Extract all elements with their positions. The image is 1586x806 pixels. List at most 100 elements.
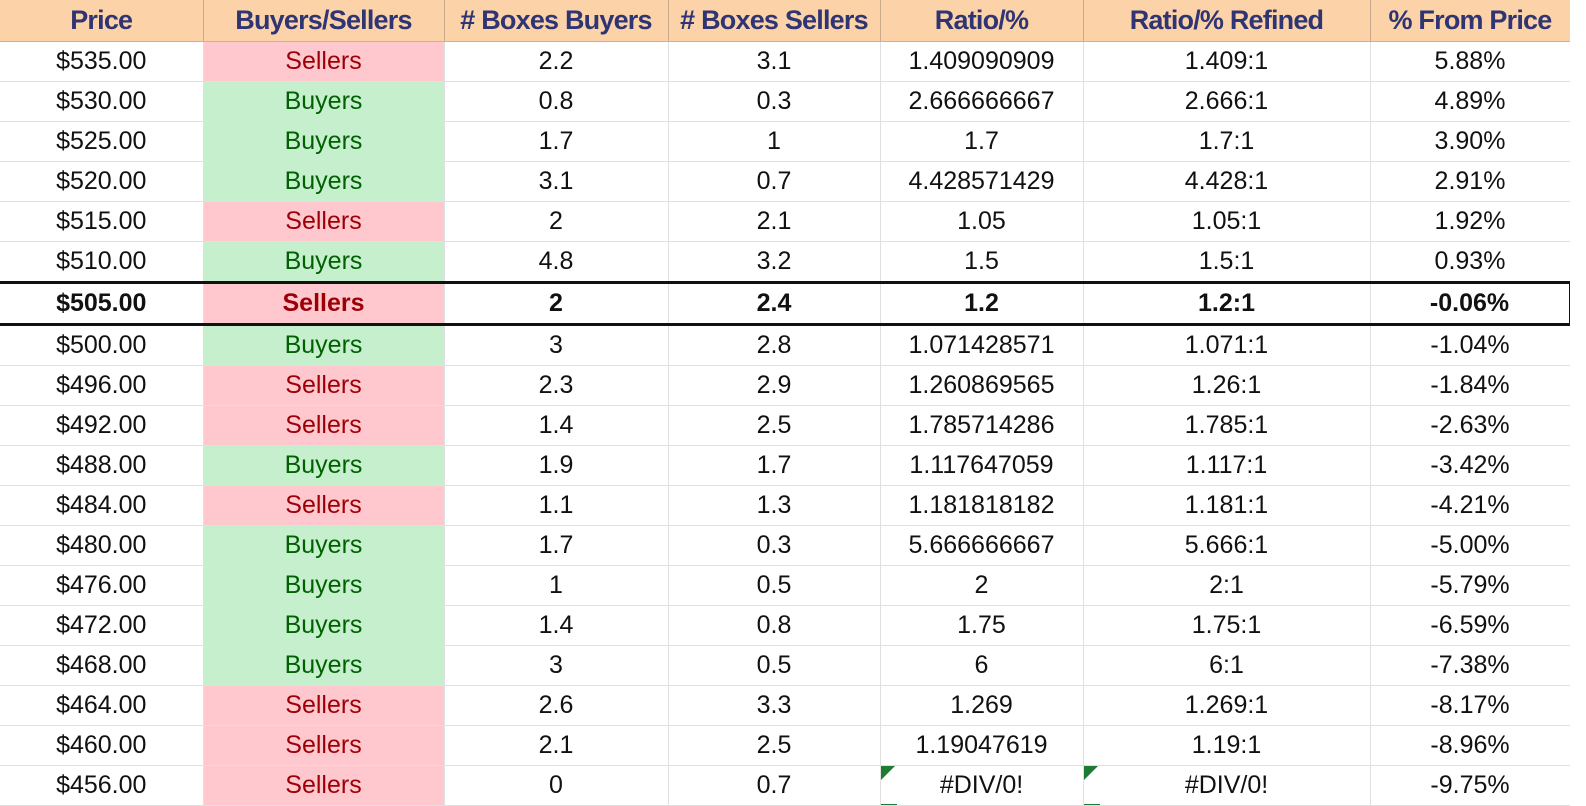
- cell-ratio[interactable]: #DIV/0!: [880, 765, 1084, 806]
- cell-buyers-sellers[interactable]: Sellers: [203, 281, 445, 326]
- cell-ratio[interactable]: 2: [880, 565, 1084, 606]
- cell-price[interactable]: $510.00: [0, 241, 204, 283]
- cell-buyers-sellers[interactable]: Sellers: [203, 365, 445, 406]
- cell-ratio-refined[interactable]: 1.19:1: [1083, 725, 1371, 766]
- cell-pct-from-price[interactable]: 1.92%: [1370, 201, 1570, 242]
- cell-boxes-sellers[interactable]: 2.5: [668, 405, 881, 446]
- header-buyers-sellers[interactable]: Buyers/Sellers: [203, 0, 445, 42]
- cell-ratio[interactable]: 1.785714286: [880, 405, 1084, 446]
- cell-ratio-refined[interactable]: 6:1: [1083, 645, 1371, 686]
- cell-buyers-sellers[interactable]: Buyers: [203, 645, 445, 686]
- cell-boxes-sellers[interactable]: 0.7: [668, 161, 881, 202]
- cell-ratio[interactable]: 2.666666667: [880, 81, 1084, 122]
- cell-boxes-buyers[interactable]: 1.4: [444, 405, 669, 446]
- cell-ratio[interactable]: 1.260869565: [880, 365, 1084, 406]
- cell-boxes-buyers[interactable]: 2: [444, 281, 669, 326]
- cell-boxes-sellers[interactable]: 0.5: [668, 645, 881, 686]
- cell-ratio-refined[interactable]: 1.75:1: [1083, 605, 1371, 646]
- cell-pct-from-price[interactable]: -5.00%: [1370, 525, 1570, 566]
- header-price[interactable]: Price: [0, 0, 204, 42]
- cell-buyers-sellers[interactable]: Sellers: [203, 405, 445, 446]
- cell-boxes-sellers[interactable]: 1.3: [668, 485, 881, 526]
- cell-ratio-refined[interactable]: 1.785:1: [1083, 405, 1371, 446]
- cell-boxes-sellers[interactable]: 0.3: [668, 81, 881, 122]
- cell-boxes-buyers[interactable]: 2.3: [444, 365, 669, 406]
- cell-buyers-sellers[interactable]: Buyers: [203, 241, 445, 283]
- cell-boxes-sellers[interactable]: 2.5: [668, 725, 881, 766]
- cell-boxes-sellers[interactable]: 0.7: [668, 765, 881, 806]
- cell-price[interactable]: $505.00: [0, 281, 204, 326]
- cell-pct-from-price[interactable]: -7.38%: [1370, 645, 1570, 686]
- cell-ratio[interactable]: 1.5: [880, 241, 1084, 283]
- cell-ratio[interactable]: 1.117647059: [880, 445, 1084, 486]
- cell-price[interactable]: $525.00: [0, 121, 204, 162]
- cell-ratio-refined[interactable]: 5.666:1: [1083, 525, 1371, 566]
- cell-ratio[interactable]: 1.05: [880, 201, 1084, 242]
- cell-pct-from-price[interactable]: -6.59%: [1370, 605, 1570, 646]
- cell-price[interactable]: $456.00: [0, 765, 204, 806]
- cell-boxes-buyers[interactable]: 2.6: [444, 685, 669, 726]
- cell-ratio-refined[interactable]: 1.26:1: [1083, 365, 1371, 406]
- cell-buyers-sellers[interactable]: Sellers: [203, 725, 445, 766]
- header-boxes-sellers[interactable]: # Boxes Sellers: [668, 0, 881, 42]
- cell-boxes-buyers[interactable]: 2: [444, 201, 669, 242]
- cell-pct-from-price[interactable]: -8.96%: [1370, 725, 1570, 766]
- cell-boxes-buyers[interactable]: 1.9: [444, 445, 669, 486]
- cell-price[interactable]: $492.00: [0, 405, 204, 446]
- cell-buyers-sellers[interactable]: Buyers: [203, 445, 445, 486]
- cell-boxes-buyers[interactable]: 3.1: [444, 161, 669, 202]
- cell-ratio[interactable]: 5.666666667: [880, 525, 1084, 566]
- cell-price[interactable]: $472.00: [0, 605, 204, 646]
- cell-boxes-buyers[interactable]: 0.8: [444, 81, 669, 122]
- cell-buyers-sellers[interactable]: Buyers: [203, 605, 445, 646]
- cell-boxes-sellers[interactable]: 1: [668, 121, 881, 162]
- cell-ratio-refined[interactable]: 1.7:1: [1083, 121, 1371, 162]
- cell-boxes-sellers[interactable]: 0.3: [668, 525, 881, 566]
- cell-pct-from-price[interactable]: 5.88%: [1370, 41, 1570, 82]
- cell-price[interactable]: $484.00: [0, 485, 204, 526]
- cell-boxes-sellers[interactable]: 2.8: [668, 324, 881, 366]
- cell-price[interactable]: $530.00: [0, 81, 204, 122]
- cell-boxes-buyers[interactable]: 1.7: [444, 525, 669, 566]
- cell-boxes-buyers[interactable]: 1.1: [444, 485, 669, 526]
- cell-buyers-sellers[interactable]: Sellers: [203, 201, 445, 242]
- cell-boxes-sellers[interactable]: 3.1: [668, 41, 881, 82]
- cell-boxes-sellers[interactable]: 3.2: [668, 241, 881, 283]
- cell-boxes-sellers[interactable]: 1.7: [668, 445, 881, 486]
- cell-boxes-sellers[interactable]: 0.5: [668, 565, 881, 606]
- cell-boxes-buyers[interactable]: 4.8: [444, 241, 669, 283]
- cell-ratio-refined[interactable]: 4.428:1: [1083, 161, 1371, 202]
- cell-pct-from-price[interactable]: 2.91%: [1370, 161, 1570, 202]
- cell-boxes-buyers[interactable]: 0: [444, 765, 669, 806]
- cell-boxes-sellers[interactable]: 0.8: [668, 605, 881, 646]
- cell-price[interactable]: $468.00: [0, 645, 204, 686]
- cell-boxes-sellers[interactable]: 2.1: [668, 201, 881, 242]
- cell-pct-from-price[interactable]: -1.84%: [1370, 365, 1570, 406]
- cell-price[interactable]: $500.00: [0, 324, 204, 366]
- cell-buyers-sellers[interactable]: Buyers: [203, 565, 445, 606]
- header-pct-from-price[interactable]: % From Price: [1370, 0, 1570, 42]
- cell-ratio[interactable]: 1.7: [880, 121, 1084, 162]
- cell-ratio[interactable]: 1.071428571: [880, 324, 1084, 366]
- cell-ratio[interactable]: 1.409090909: [880, 41, 1084, 82]
- cell-ratio[interactable]: 1.75: [880, 605, 1084, 646]
- cell-price[interactable]: $520.00: [0, 161, 204, 202]
- cell-pct-from-price[interactable]: -5.79%: [1370, 565, 1570, 606]
- cell-buyers-sellers[interactable]: Sellers: [203, 485, 445, 526]
- cell-buyers-sellers[interactable]: Sellers: [203, 685, 445, 726]
- cell-pct-from-price[interactable]: -4.21%: [1370, 485, 1570, 526]
- cell-buyers-sellers[interactable]: Buyers: [203, 525, 445, 566]
- cell-boxes-buyers[interactable]: 1: [444, 565, 669, 606]
- header-ratio[interactable]: Ratio/%: [880, 0, 1084, 42]
- cell-ratio-refined[interactable]: 1.2:1: [1083, 281, 1371, 326]
- cell-boxes-buyers[interactable]: 2.1: [444, 725, 669, 766]
- cell-ratio-refined[interactable]: #DIV/0!: [1083, 765, 1371, 806]
- cell-pct-from-price[interactable]: 0.93%: [1370, 241, 1570, 283]
- cell-ratio-refined[interactable]: 1.05:1: [1083, 201, 1371, 242]
- cell-ratio[interactable]: 6: [880, 645, 1084, 686]
- cell-pct-from-price[interactable]: -3.42%: [1370, 445, 1570, 486]
- cell-boxes-sellers[interactable]: 2.4: [668, 281, 881, 326]
- cell-buyers-sellers[interactable]: Sellers: [203, 765, 445, 806]
- cell-boxes-sellers[interactable]: 2.9: [668, 365, 881, 406]
- cell-ratio[interactable]: 1.19047619: [880, 725, 1084, 766]
